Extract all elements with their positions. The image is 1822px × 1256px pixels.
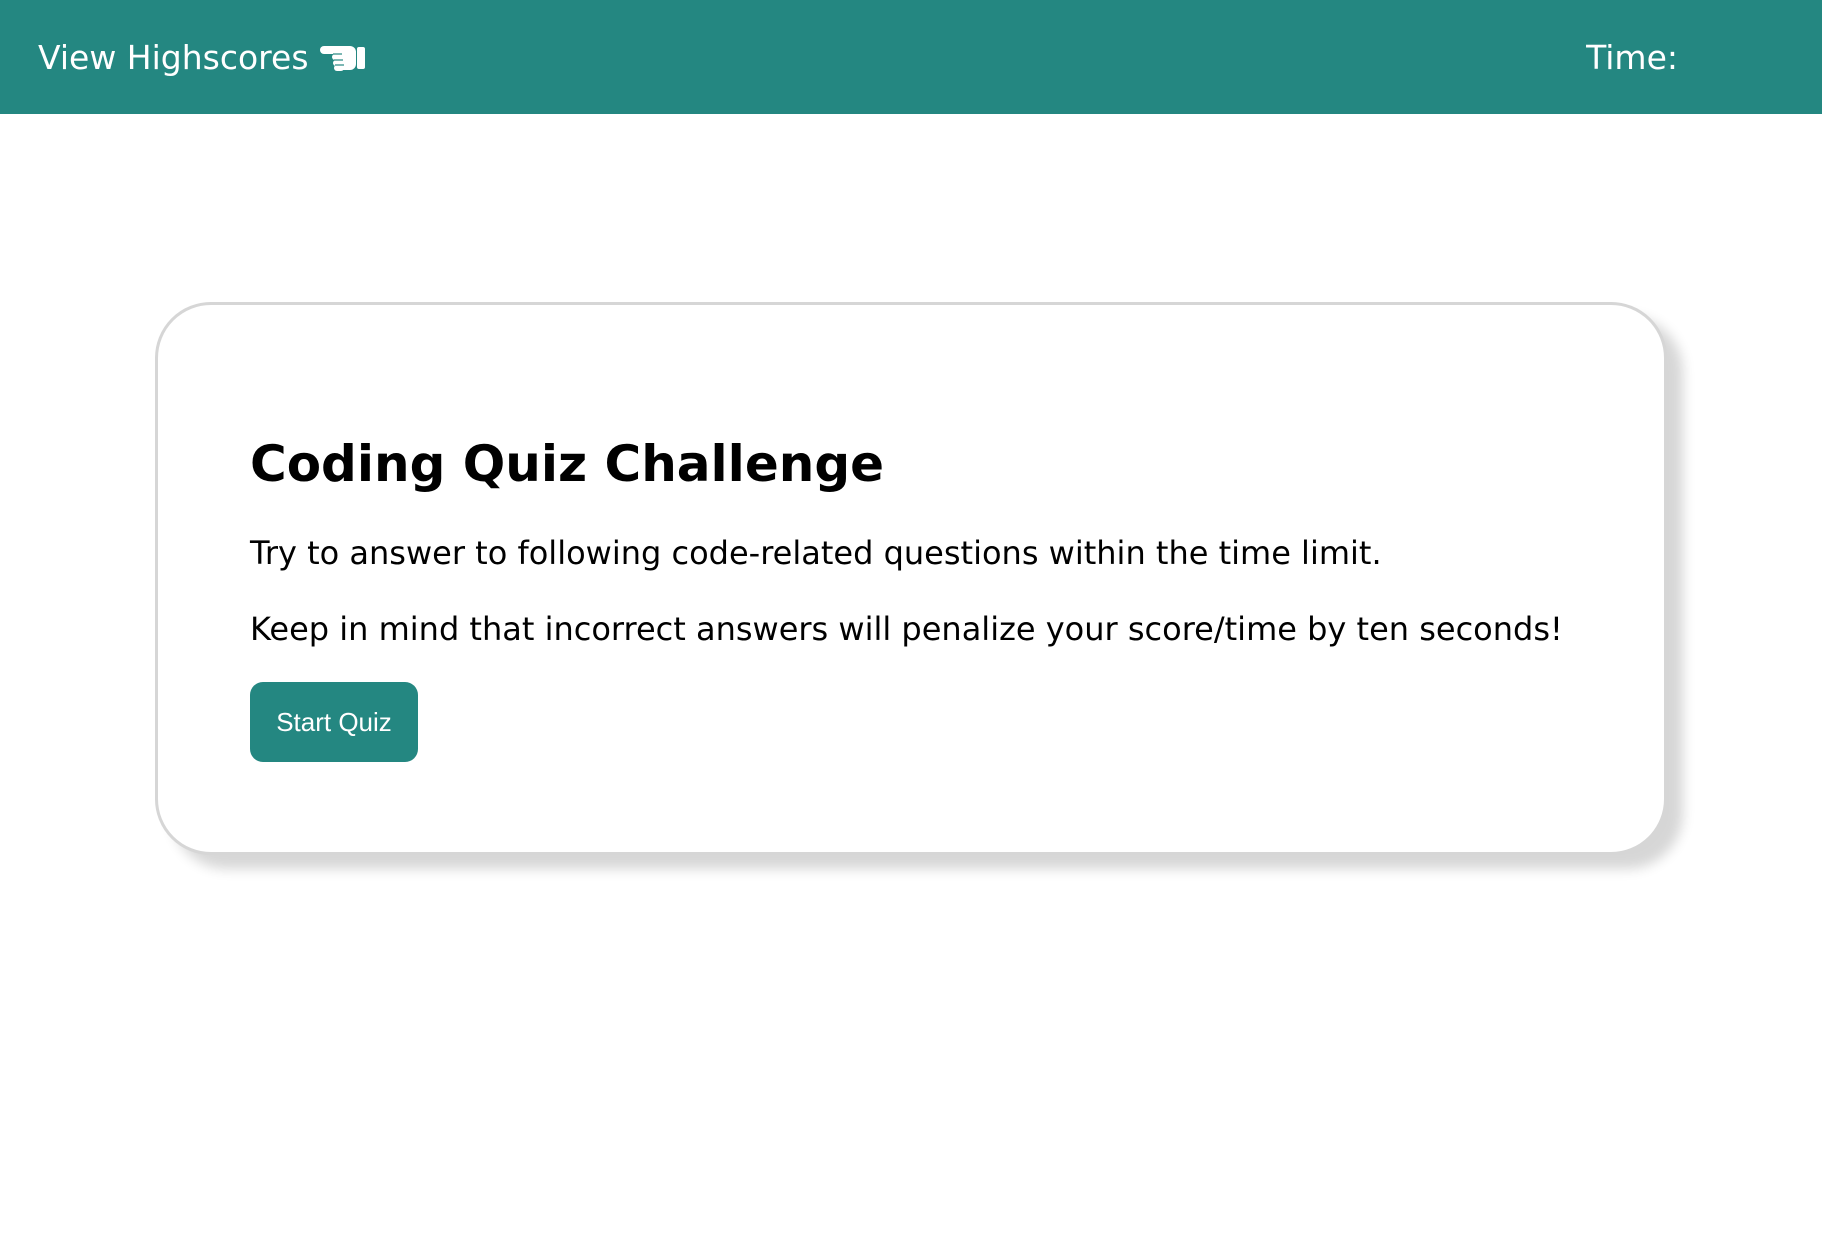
quiz-intro-card: Coding Quiz Challenge Try to answer to f…: [155, 302, 1667, 855]
view-highscores-link[interactable]: View Highscores: [38, 0, 367, 114]
timer-label: Time:: [1586, 37, 1678, 77]
quiz-instructions-text: Try to answer to following code-related …: [250, 534, 1382, 572]
top-bar: View Highscores Time:: [0, 0, 1822, 114]
start-quiz-button[interactable]: Start Quiz: [250, 682, 418, 762]
view-highscores-label: View Highscores: [38, 37, 309, 77]
quiz-title: Coding Quiz Challenge: [250, 435, 885, 493]
timer: Time:: [1586, 0, 1706, 114]
pointing-hand-icon: [319, 37, 367, 77]
quiz-penalty-text: Keep in mind that incorrect answers will…: [250, 610, 1563, 648]
